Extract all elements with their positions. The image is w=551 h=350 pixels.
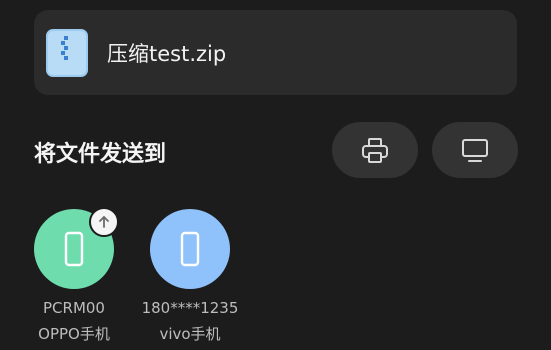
send-to-title: 将文件发送到 xyxy=(34,142,167,167)
device-name: OPPO手机 xyxy=(38,325,110,343)
monitor-icon xyxy=(462,139,488,162)
device-avatar[interactable] xyxy=(150,209,230,289)
device-name: vivo手机 xyxy=(159,325,221,343)
file-card[interactable]: 压缩test.zip xyxy=(34,10,517,95)
file-name: 压缩test.zip xyxy=(107,42,227,66)
upload-arrow-icon xyxy=(99,216,109,228)
zip-file-icon xyxy=(46,29,88,77)
print-button[interactable] xyxy=(332,122,418,178)
device-id: PCRM00 xyxy=(43,299,105,317)
device-id: 180****1235 xyxy=(141,299,239,317)
phone-icon xyxy=(180,231,200,267)
printer-icon xyxy=(362,138,388,163)
screen-button[interactable] xyxy=(432,122,518,178)
upload-badge xyxy=(89,207,119,237)
phone-icon xyxy=(64,231,84,267)
